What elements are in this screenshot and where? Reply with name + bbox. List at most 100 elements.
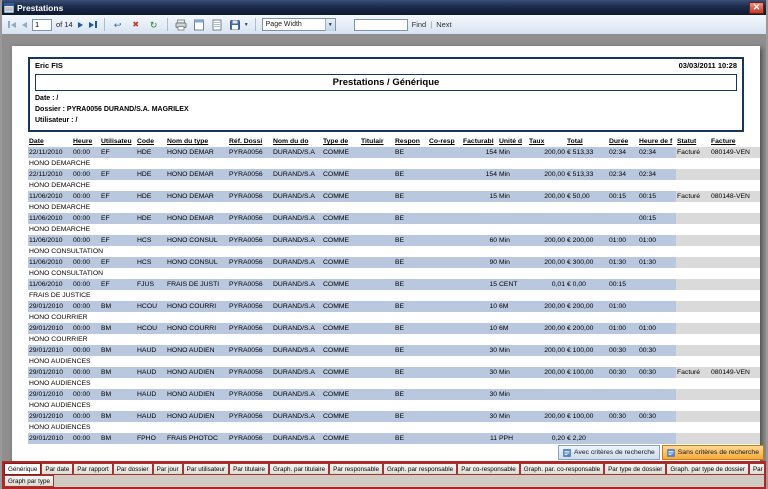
- table-cell: 00:00: [72, 235, 100, 246]
- tab-par-date[interactable]: Par date: [41, 463, 73, 475]
- table-cell: 00:00: [72, 301, 100, 312]
- tab-par-jour[interactable]: Par jour: [153, 463, 183, 475]
- group-row: HONO AUDIENCES: [28, 400, 760, 411]
- table-cell: 29/01/2010: [28, 389, 72, 400]
- next-page-button[interactable]: [77, 21, 84, 29]
- table-cell: HONO COURRI: [166, 301, 228, 312]
- find-link[interactable]: Find: [412, 20, 427, 29]
- table-cell: CENT: [498, 279, 528, 290]
- tab-par-type-de-dossier[interactable]: Par type de dossier: [604, 463, 666, 475]
- print-icon[interactable]: [174, 18, 188, 32]
- without-criteria-button[interactable]: Sans critères de recherche: [662, 445, 764, 460]
- table-cell: 15: [462, 191, 498, 202]
- group-label: HONO CONSULTATION: [28, 268, 760, 279]
- tab-par-rapport[interactable]: Par rapport: [73, 463, 113, 475]
- table-cell: 02:34: [638, 147, 676, 158]
- stop-icon[interactable]: ✖: [129, 18, 143, 32]
- page-setup-icon[interactable]: [210, 18, 224, 32]
- table-row: 11/06/201000:00EFHCSHONO CONSULPYRA0056D…: [28, 235, 760, 246]
- table-row: 29/01/201000:00BMHAUDHONO AUDIENPYRA0056…: [28, 345, 760, 356]
- export-icon[interactable]: [228, 18, 242, 32]
- tab-par-titulaire[interactable]: Par titulaire: [229, 463, 269, 475]
- tab-graph-par-responsable[interactable]: Graph. par responsable: [383, 463, 457, 475]
- tab-graph-par-type[interactable]: Graph par type: [4, 475, 54, 487]
- table-cell: BE: [394, 345, 428, 356]
- tab-par-utilisateur[interactable]: Par utilisateur: [183, 463, 230, 475]
- table-cell: HONO DEMAR: [166, 191, 228, 202]
- table-cell: BE: [394, 235, 428, 246]
- table-cell: FRAIS DE JUSTI: [166, 279, 228, 290]
- table-row: 11/06/201000:00EFHDEHONO DEMARPYRA0056DU…: [28, 213, 760, 224]
- table-cell: COMME: [322, 301, 360, 312]
- first-page-button[interactable]: [7, 20, 17, 29]
- tab-graph-par-co-responsable[interactable]: Graph. par. co-responsable: [520, 463, 604, 475]
- criteria-bar: Avec critères de recherche Sans critères…: [558, 445, 764, 460]
- table-cell: [360, 191, 394, 202]
- page-number-input[interactable]: [32, 19, 52, 31]
- tab-graph-par-type-de-dossier[interactable]: Graph. par type de dossier: [666, 463, 749, 475]
- refresh-icon[interactable]: ↻: [147, 18, 161, 32]
- table-cell: 00:15: [638, 191, 676, 202]
- column-header: Heure de f: [638, 137, 676, 147]
- table-cell: Min: [498, 191, 528, 202]
- table-cell: HONO AUDIEN: [166, 411, 228, 422]
- table-cell: PYRA0056: [228, 433, 272, 444]
- zoom-select[interactable]: Page Width ▼: [262, 18, 336, 31]
- tab-generique[interactable]: Générique: [4, 463, 41, 475]
- table-body: 22/11/201000:00EFHDEHONO DEMARPYRA0056DU…: [28, 147, 760, 444]
- tab-par-co-responsable[interactable]: Par co-responsable: [457, 463, 520, 475]
- export-dropdown-icon[interactable]: ▼: [244, 22, 249, 28]
- report-viewer[interactable]: Eric FIS 03/03/2011 10:28 Prestations / …: [2, 34, 766, 461]
- table-cell: FPHO: [136, 433, 166, 444]
- table-cell: HAUD: [136, 411, 166, 422]
- tab-par-type[interactable]: Par type: [749, 463, 764, 475]
- table-cell: [676, 301, 710, 312]
- tab-par-dossier[interactable]: Par dossier: [113, 463, 153, 475]
- table-cell: 10: [462, 301, 498, 312]
- filter-dossier: Dossier : PYRA0056 DURAND/S.A. MAGRILEX: [35, 106, 737, 113]
- table-cell: [566, 389, 608, 400]
- tab-par-responsable[interactable]: Par responsable: [329, 463, 383, 475]
- table-cell: [676, 169, 710, 180]
- table-cell: [676, 345, 710, 356]
- next-link[interactable]: Next: [436, 20, 451, 29]
- group-label: HONO DEMARCHE: [28, 224, 760, 235]
- search-input[interactable]: [354, 19, 408, 31]
- table-cell: 00:30: [638, 345, 676, 356]
- report-title: Prestations / Générique: [35, 74, 737, 91]
- table-cell: 01:00: [638, 323, 676, 334]
- table-cell: DURAND/S.A: [272, 257, 322, 268]
- table-cell: 00:30: [608, 345, 638, 356]
- table-cell: € 513,33: [566, 147, 608, 158]
- table-cell: [566, 213, 608, 224]
- table-cell: 00:00: [72, 323, 100, 334]
- with-criteria-label: Avec critères de recherche: [574, 449, 655, 456]
- table-cell: HDE: [136, 191, 166, 202]
- close-button[interactable]: ✕: [749, 2, 764, 14]
- table-cell: [428, 433, 462, 444]
- table-cell: PPH: [498, 433, 528, 444]
- table-cell: 00:00: [72, 169, 100, 180]
- table-cell: € 0,00: [566, 279, 608, 290]
- table-cell: BE: [394, 367, 428, 378]
- table-cell: 200,00: [528, 257, 566, 268]
- table-cell: 154: [462, 169, 498, 180]
- table-cell: COMME: [322, 213, 360, 224]
- table-cell: DURAND/S.A: [272, 389, 322, 400]
- table-cell: HDE: [136, 147, 166, 158]
- table-cell: [428, 279, 462, 290]
- toolbar-separator: [255, 18, 256, 31]
- back-icon[interactable]: ↩: [111, 18, 125, 32]
- print-layout-icon[interactable]: [192, 18, 206, 32]
- table-cell: [676, 411, 710, 422]
- table-cell: 200,00: [528, 411, 566, 422]
- table-row: 29/01/201000:00BMHAUDHONO AUDIENPYRA0056…: [28, 367, 760, 378]
- table-cell: 00:00: [72, 433, 100, 444]
- tab-graph-par-titulaire[interactable]: Graph. par titulaire: [269, 463, 329, 475]
- last-page-button[interactable]: [88, 20, 98, 29]
- table-cell: COMME: [322, 389, 360, 400]
- prev-page-button[interactable]: [21, 21, 28, 29]
- table-cell: 30: [462, 345, 498, 356]
- with-criteria-button[interactable]: Avec critères de recherche: [558, 445, 660, 460]
- table-cell: [638, 389, 676, 400]
